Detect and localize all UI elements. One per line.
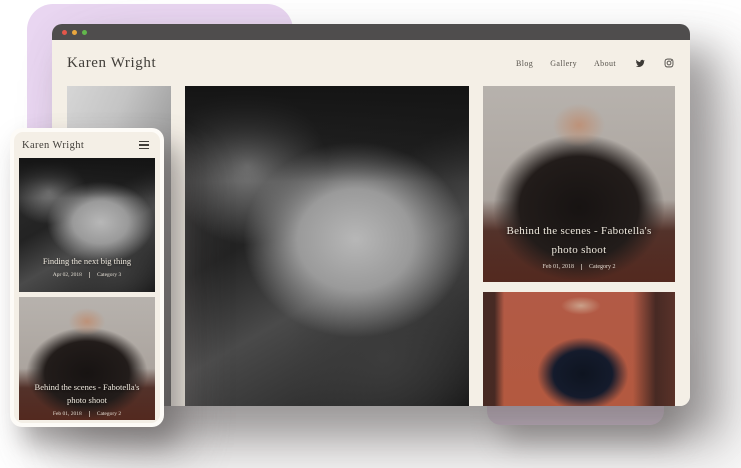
post-date: Feb 01, 2018 [543, 264, 575, 270]
mobile-site-header: Karen Wright [14, 132, 160, 158]
mobile-post-caption: Behind the scenes - Fabotella's photo sh… [19, 381, 155, 417]
phone-screen: Karen Wright Finding the next big thing … [14, 132, 160, 423]
mobile-post-title[interactable]: Finding the next big thing [25, 255, 149, 269]
mobile-post-list: Finding the next big thing Apr 02, 2018 … [14, 158, 160, 420]
minimize-window-icon[interactable] [72, 30, 77, 35]
post-card-featured[interactable] [185, 86, 469, 406]
mobile-post-category[interactable]: Category 3 [97, 272, 121, 278]
canvas: Karen Wright Blog Gallery About [0, 0, 741, 468]
close-window-icon[interactable] [62, 30, 67, 35]
nav-item-about[interactable]: About [594, 59, 616, 68]
browser-titlebar [52, 24, 690, 40]
post-title[interactable]: Behind the scenes - Fabotella's photo sh… [497, 222, 661, 261]
meta-separator [581, 264, 582, 270]
site-logo[interactable]: Karen Wright [67, 55, 156, 72]
post-caption: Behind the scenes - Fabotella's photo sh… [483, 222, 675, 271]
mobile-post-caption: Finding the next big thing Apr 02, 2018 … [19, 255, 155, 278]
instagram-icon[interactable] [664, 58, 674, 68]
post-card-behind-the-scenes[interactable]: Behind the scenes - Fabotella's photo sh… [483, 86, 675, 282]
mobile-post-category[interactable]: Category 2 [97, 411, 121, 417]
post-category[interactable]: Category 2 [589, 264, 616, 270]
nav-item-gallery[interactable]: Gallery [550, 59, 577, 68]
mobile-site-logo[interactable]: Karen Wright [22, 140, 84, 151]
mobile-post-card-behind-the-scenes[interactable]: Behind the scenes - Fabotella's photo sh… [19, 297, 155, 420]
desktop-site-header: Karen Wright Blog Gallery About [52, 40, 690, 86]
nav-item-blog[interactable]: Blog [516, 59, 533, 68]
phone-mockup: Karen Wright Finding the next big thing … [10, 128, 164, 427]
mobile-post-card-finding[interactable]: Finding the next big thing Apr 02, 2018 … [19, 158, 155, 292]
mobile-post-meta: Apr 02, 2018 Category 3 [25, 272, 149, 278]
mobile-post-meta: Feb 01, 2018 Category 2 [27, 411, 147, 417]
post-card-red-dress[interactable] [483, 292, 675, 406]
twitter-icon[interactable] [635, 58, 645, 68]
right-column: Behind the scenes - Fabotella's photo sh… [483, 86, 675, 406]
mobile-post-date: Feb 01, 2018 [53, 411, 82, 417]
hamburger-menu-icon[interactable] [137, 139, 151, 151]
mobile-post-title[interactable]: Behind the scenes - Fabotella's photo sh… [27, 381, 147, 408]
red-dress-photo [483, 292, 675, 406]
mobile-post-date: Apr 02, 2018 [53, 272, 82, 278]
desktop-nav: Blog Gallery About [516, 58, 674, 68]
post-meta: Feb 01, 2018 Category 2 [497, 264, 661, 270]
meta-separator [89, 272, 90, 278]
meta-separator [89, 411, 90, 417]
featured-portrait-photo [185, 86, 469, 406]
zoom-window-icon[interactable] [82, 30, 87, 35]
